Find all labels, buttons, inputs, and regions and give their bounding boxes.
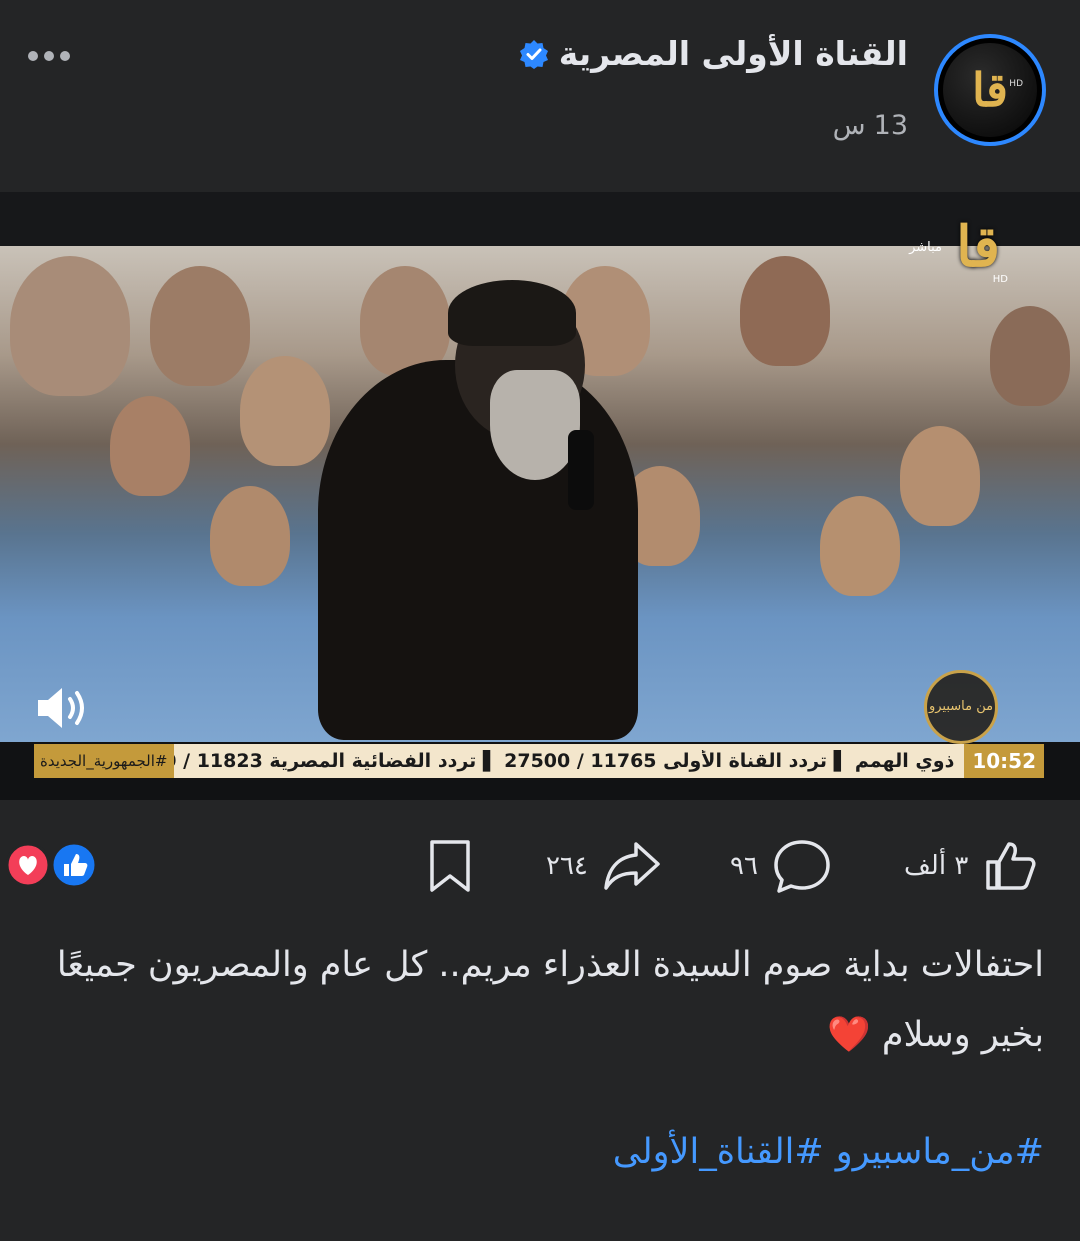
like-action[interactable]: ٣ ألف	[904, 838, 1038, 894]
hashtag-link[interactable]: #القناة_الأولى	[613, 1132, 824, 1172]
like-icon	[986, 842, 1036, 890]
reaction-summary[interactable]	[5, 840, 106, 890]
speaker-hood	[448, 280, 576, 346]
page-avatar[interactable]: قا HD	[934, 34, 1046, 146]
comment-count: ٩٦	[730, 851, 758, 881]
hashtag-list: #من_ماسبيرو #القناة_الأولى	[613, 1132, 1044, 1172]
timestamp-unit: س	[832, 110, 866, 141]
channel-live-label: مباشر	[909, 240, 942, 255]
channel-hd-label: HD	[992, 274, 1008, 285]
page-name[interactable]: القناة الأولى المصرية	[559, 34, 908, 73]
post-header: قا HD القناة الأولى المصرية 13 س	[0, 0, 1080, 192]
channel-watermark-logo: قا	[956, 214, 1000, 280]
video-player[interactable]: قا مباشر HD من ماسبيرو 10:52 ذوي الهمم ▌…	[0, 192, 1080, 800]
share-action[interactable]: ٢٦٤	[546, 838, 662, 894]
post-timestamp[interactable]: 13 س	[833, 110, 908, 141]
like-count: ٣ ألف	[904, 851, 969, 881]
share-count: ٢٦٤	[546, 851, 588, 881]
comment-action[interactable]: ٩٦	[730, 838, 832, 894]
news-ticker: 10:52 ذوي الهمم ▌ تردد القناة الأولى 117…	[34, 744, 1044, 778]
volume-icon[interactable]	[34, 682, 90, 734]
bookmark-icon	[430, 840, 470, 892]
channel-logo-icon: قا HD	[943, 43, 1037, 137]
more-options-icon[interactable]	[28, 44, 84, 68]
page-name-row[interactable]: القناة الأولى المصرية	[519, 34, 908, 73]
video-letterbox-top	[0, 192, 1080, 246]
speaker-beard	[490, 370, 580, 480]
timestamp-value: 13	[873, 110, 908, 141]
hashtag-link[interactable]: #من_ماسبيرو	[836, 1132, 1044, 1172]
show-badge-logo: من ماسبيرو	[924, 670, 998, 744]
verified-badge-icon	[519, 39, 548, 69]
microphone	[568, 430, 594, 510]
save-action[interactable]	[426, 838, 474, 894]
avatar-logo-text: قا	[971, 63, 1008, 117]
post-caption: احتفالات بداية صوم السيدة العذراء مريم..…	[56, 945, 1044, 1055]
ticker-hashtag: #الجمهورية_الجديدة	[34, 744, 174, 778]
share-icon	[604, 842, 660, 890]
ticker-text: ذوي الهمم ▌ تردد القناة الأولى 11765 / 2…	[174, 750, 955, 772]
ticker-time: 10:52	[964, 744, 1044, 778]
avatar-hd-label: HD	[1009, 79, 1023, 89]
comment-icon	[774, 840, 830, 893]
